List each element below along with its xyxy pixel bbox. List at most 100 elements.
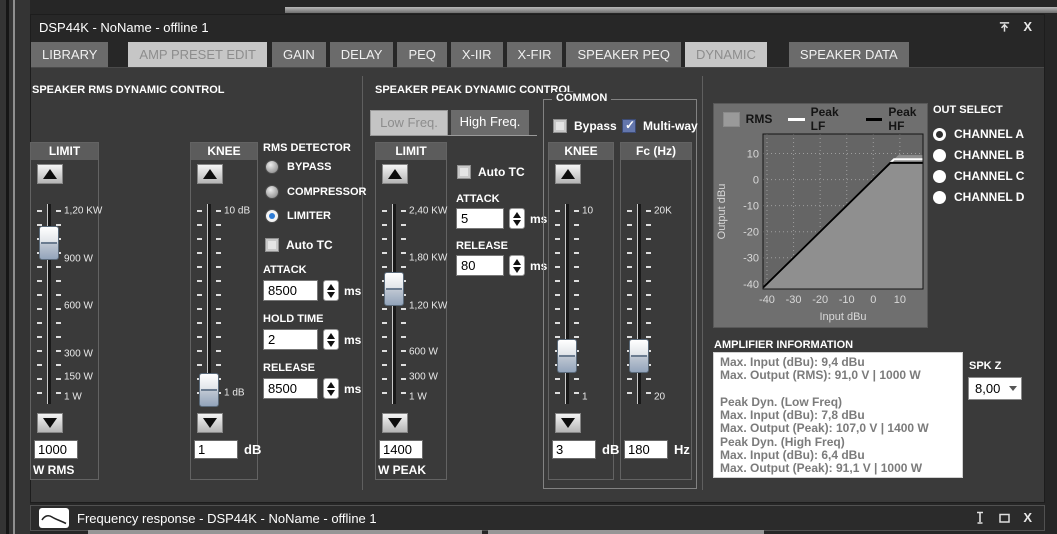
peak-auto-tc-checkbox[interactable] [457,165,471,179]
common-fc-tick-label: 20K [654,206,672,217]
radio-icon[interactable] [265,160,279,174]
out-select-channel-a[interactable]: CHANNEL A [933,127,1024,141]
dock-divider [6,0,9,534]
common-fc-slider-thumb[interactable] [629,339,649,373]
rms-hold-input[interactable] [263,329,318,350]
radio-icon[interactable] [265,185,279,199]
tab-gain[interactable]: GAIN [272,42,326,67]
rms-section-title: SPEAKER RMS DYNAMIC CONTROL [32,84,225,96]
peak-limit-up-button[interactable] [382,164,408,184]
common-bypass-checkbox[interactable] [553,119,567,133]
peak-release-input[interactable] [456,255,504,276]
spk-z-select[interactable]: 8,00 [968,377,1022,400]
common-multiway[interactable]: Multi-way [622,119,698,133]
peak-attack-stepper[interactable] [509,208,525,229]
tab-amp-preset-edit[interactable]: AMP PRESET EDIT [128,42,267,67]
pin-icon[interactable] [974,510,986,526]
common-knee-tick-label: 10 [582,206,593,217]
rms-hold-stepper[interactable] [323,329,339,350]
svg-text:0: 0 [870,294,876,306]
rms-limit-slider-thumb[interactable] [39,226,59,260]
tab-x-fir[interactable]: X-FIR [507,42,563,67]
rms-limit-tick-label: 900 W [64,254,93,265]
common-knee-up-button[interactable] [555,164,581,184]
dock-splitter[interactable] [13,0,15,534]
common-bypass[interactable]: Bypass [553,119,617,133]
frequency-response-bar[interactable]: Frequency response - DSP44K - NoName - o… [30,505,1045,531]
tab-peq[interactable]: PEQ [397,42,446,67]
radio-icon[interactable] [933,191,946,204]
section-divider [362,76,363,490]
peak-limit-slider-thumb[interactable] [384,272,404,306]
common-knee-value-input[interactable] [552,440,596,459]
out-select-channel-d[interactable]: CHANNEL D [933,190,1024,204]
radio-icon[interactable] [933,128,946,141]
rms-knee-unit-label: dB [244,442,261,457]
close-panel-icon[interactable]: X [1023,511,1032,525]
rms-limit-down-button[interactable] [37,413,63,433]
common-fc-value-input[interactable] [624,440,668,459]
tab-delay[interactable]: DELAY [330,42,394,67]
radio-label: COMPRESSOR [287,186,366,198]
amp-info-line: Max. Input (dBu): 7,8 dBu [720,409,956,422]
rms-knee-tick-label: 10 dB [224,206,250,217]
svg-text:-10: -10 [743,201,759,213]
rms-knee-up-button[interactable] [197,164,223,184]
out-select-channel-b[interactable]: CHANNEL B [933,148,1024,162]
io-chart-svg: -40-30-20-10010-40-30-20-10010Input dBuO… [714,132,927,327]
common-fc-header: Fc (Hz) [621,143,691,160]
rms-limit-value-input[interactable] [34,440,78,459]
peak-limit-value-input[interactable] [379,440,423,459]
common-knee-slider-thumb[interactable] [557,339,577,373]
pin-top-icon[interactable] [998,20,1011,34]
amplifier-info-box: Max. Input (dBu): 9,4 dBuMax. Output (RM… [713,352,963,478]
legend-rms-label: RMS [746,112,773,126]
tab-x-iir[interactable]: X-IIR [451,42,503,67]
restore-window-icon[interactable] [998,512,1011,524]
radio-icon[interactable] [933,149,946,162]
common-multiway-checkbox[interactable] [622,119,636,133]
svg-text:-30: -30 [743,253,759,265]
rms-attack-spinner: ms [263,280,361,301]
rms-attack-input[interactable] [263,280,318,301]
legend-peak-lf-swatch [788,118,804,121]
tab-low-freq[interactable]: Low Freq. [370,110,448,136]
amp-info-line: Peak Dyn. (High Freq) [720,436,956,449]
peak-attack-input[interactable] [456,208,504,229]
amp-info-line: Max. Input (dBu): 6,4 dBu [720,449,956,462]
rms-attack-stepper[interactable] [323,280,339,301]
out-select-channel-c[interactable]: CHANNEL C [933,169,1024,183]
rms-detector-limiter[interactable]: LIMITER [265,209,331,223]
radio-icon[interactable] [265,209,279,223]
rms-detector-bypass[interactable]: BYPASS [265,160,331,174]
rms-knee-value-input[interactable] [194,440,238,459]
rms-knee-scale: 10 dB1 dB [191,211,257,397]
rms-release-stepper[interactable] [323,378,339,399]
rms-release-input[interactable] [263,378,318,399]
desktop: DSP44K - NoName - offline 1 X LIBRARYAMP… [0,0,1057,534]
radio-icon[interactable] [933,170,946,183]
svg-text:-20: -20 [812,294,828,306]
rms-limit-up-button[interactable] [37,164,63,184]
rms-limit-header: LIMIT [31,143,98,160]
tab-speaker-peq[interactable]: SPEAKER PEQ [566,42,680,67]
rms-detector-compressor[interactable]: COMPRESSOR [265,185,366,199]
tab-dynamic[interactable]: DYNAMIC [685,42,767,67]
svg-text:0: 0 [753,175,759,187]
tab-speaker-data[interactable]: SPEAKER DATA [789,42,909,67]
peak-auto-tc[interactable]: Auto TC [457,165,525,179]
common-knee-down-button[interactable] [555,413,581,433]
rms-limit-tick-label: 600 W [64,300,93,311]
rms-knee-down-button[interactable] [197,413,223,433]
tab-library[interactable]: LIBRARY [31,42,108,67]
rms-attack-label: ATTACK [263,264,307,276]
tab-high-freq[interactable]: High Freq. [451,110,529,136]
rms-detector-options: BYPASS COMPRESSOR LIMITER [265,160,375,245]
close-icon[interactable]: X [1023,20,1032,34]
peak-release-stepper[interactable] [509,255,525,276]
rms-auto-tc-checkbox[interactable] [265,238,279,252]
peak-limit-down-button[interactable] [382,413,408,433]
peak-limit-tick-label: 1,80 KW [409,252,447,263]
rms-auto-tc[interactable]: Auto TC [265,238,333,252]
rms-knee-slider-thumb[interactable] [199,373,219,407]
